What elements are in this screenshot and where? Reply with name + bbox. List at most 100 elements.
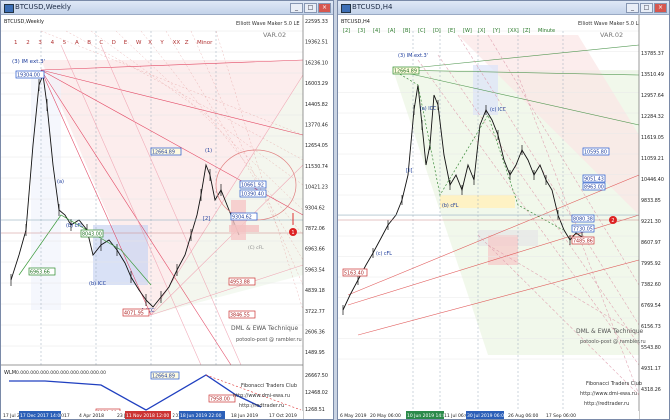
- sub-box-12664: 12664.89: [152, 374, 175, 380]
- sub-scale-label: 1268.51: [305, 407, 325, 413]
- credit-dml: DML & EWA Technique: [576, 328, 644, 335]
- credit-url2: http://redtrader.ru: [239, 403, 284, 409]
- price-box-3846: 3846.55: [230, 313, 250, 319]
- wave-tab: [D]: [433, 28, 441, 34]
- price-axis-label: 6769.54: [641, 303, 661, 309]
- wave-label-2: [2]: [203, 216, 210, 222]
- wave-tab: [X]: [478, 28, 485, 34]
- close-button[interactable]: ×: [654, 3, 667, 13]
- minimize-button[interactable]: _: [626, 3, 639, 13]
- weekly-chart-window[interactable]: BTCUSD,Weekly _ □ × BTCUSD,Weekly Elliott…: [0, 0, 334, 420]
- price-axis-label: 11530.74: [305, 164, 328, 170]
- wave-row-label: Y: [159, 40, 164, 46]
- credit-dml: DML & EWA Technique: [231, 325, 299, 332]
- price-box-10595: 10595.80: [584, 150, 607, 156]
- price-axis-label: 13510.49: [641, 72, 664, 78]
- var-label: VAR.02: [600, 31, 623, 39]
- price-box-8080: 8080.38: [573, 217, 593, 223]
- price-axis-label: 9304.62: [305, 205, 325, 211]
- sub-value: 0.00: [16, 370, 26, 376]
- wave-tab: [C]: [418, 28, 425, 34]
- credit-email: potoolo-post @ rambler.ru: [236, 337, 302, 343]
- weekly-chart-canvas[interactable]: BTCUSD,Weekly Elliott Wave Maker 5.0 LE VA…: [1, 15, 333, 419]
- sub-box-7958: 7958.00: [210, 397, 230, 403]
- h4-window-title: BTCUSD,H4: [352, 3, 393, 11]
- sub-value: 0.00: [96, 370, 106, 376]
- price-box-10661: 10661.92: [241, 183, 264, 189]
- wave-row-label: D: [112, 40, 116, 46]
- price-axis-label: 12284.32: [641, 114, 664, 120]
- price-axis-label: 5543.80: [641, 345, 661, 351]
- price-axis-label: 9221.30: [641, 219, 661, 225]
- circle-marker-2-label: 2: [611, 218, 614, 224]
- maximize-button[interactable]: □: [640, 3, 653, 13]
- price-axis-label: 7382.60: [641, 282, 661, 288]
- price-axis-label: 8607.97: [641, 240, 661, 246]
- wave-tab: [4]: [373, 28, 380, 34]
- h4-chart-canvas[interactable]: BTCUSD,H4 [2] [3] [4] [A] [B] [C] [D] [E] [W] [X] […: [338, 15, 669, 419]
- price-box-5163: 5163.40: [344, 271, 364, 277]
- wave-row-label: 5: [63, 40, 67, 46]
- sub-scale-label: 12468.02: [305, 390, 328, 396]
- wave-row-label: E: [124, 40, 128, 46]
- price-axis-label: 13785.37: [641, 51, 664, 57]
- close-button[interactable]: ×: [318, 3, 331, 13]
- price-axis-label: 13770.46: [305, 123, 328, 129]
- h4-chart-window[interactable]: BTCUSD,H4 _ □ × BTCUSD,H4 [2] [3] [4] [A] [B]…: [337, 0, 670, 420]
- price-axis-label: 10421.23: [305, 185, 328, 191]
- wave-tab: [XX]: [508, 28, 519, 34]
- date-highlight-label: 17 Dec 2017 14:00: [20, 413, 63, 419]
- price-axis-label: 11619.05: [641, 135, 664, 141]
- price-axis-label: 4839.18: [305, 288, 325, 294]
- date-highlight-label: 11 Nov 2018 12:00 19: [126, 413, 177, 419]
- credit-ftc: Fibonacci Traders Club: [241, 383, 297, 389]
- var-label: VAR.02: [263, 31, 286, 39]
- wave-label-c-icc: (c) ICC: [490, 107, 507, 113]
- h4-window-titlebar[interactable]: BTCUSD,H4 _ □ ×: [338, 1, 669, 15]
- price-axis-bg: [303, 15, 333, 419]
- sub-value: 0.00: [76, 370, 86, 376]
- price-box-6963: 6963.66: [30, 270, 50, 276]
- wave-row-label: XX: [173, 40, 181, 46]
- sub-value: 0.00: [26, 370, 36, 376]
- weekly-corner-label: BTCUSD,Weekly: [4, 19, 44, 25]
- price-axis-label: 3722.77: [305, 309, 325, 315]
- wave-tab: [A]: [388, 28, 395, 34]
- weekly-window-titlebar[interactable]: BTCUSD,Weekly _ □ ×: [1, 1, 333, 15]
- date-label: 20 May 06:00: [370, 413, 401, 419]
- price-box-10390: 10390.40: [241, 192, 264, 198]
- price-axis-label: 12654.05: [305, 143, 328, 149]
- wave-tab: Minute: [538, 28, 555, 34]
- wave-tab: [Z]: [523, 28, 530, 34]
- wave-row-label: A: [75, 40, 79, 46]
- wave-row-label: 1: [14, 40, 18, 46]
- wave-tab: [E]: [448, 28, 455, 34]
- price-box-7485: 7485.86: [573, 239, 593, 245]
- credit-email: potoolo-post @ rambler.ru: [580, 339, 646, 345]
- sub-value: 0.00: [66, 370, 76, 376]
- wave-row-label: 4: [51, 40, 55, 46]
- minimize-button[interactable]: _: [290, 3, 303, 13]
- chart-window-icon: [4, 4, 14, 13]
- wave-row-label: Z: [185, 40, 189, 46]
- date-highlight-label: 18 Jun 2019 22:00: [180, 413, 222, 419]
- date-label: 17 Oct 2019: [269, 413, 297, 419]
- chart-window-icon: [341, 4, 351, 13]
- price-box-19304: 19304.00: [17, 73, 40, 79]
- price-box-9304: 9304.62: [232, 215, 252, 221]
- wave-label-b-cfl: (b) cFL: [442, 203, 459, 209]
- price-axis-label: 22595.33: [305, 19, 328, 25]
- date-highlight-label: 30 Jul 2019 06:00: [467, 413, 507, 419]
- sub-value: 0.00: [46, 370, 56, 376]
- wave-tab: [3]: [358, 28, 365, 34]
- sub-value: 0.00: [36, 370, 46, 376]
- price-box-4071: 4071.95: [124, 311, 144, 317]
- price-axis-label: 7995.92: [641, 261, 661, 267]
- wave-label-1: (1): [205, 148, 212, 154]
- price-box-7730: 7730.05: [573, 227, 593, 233]
- price-axis-label: 5963.54: [305, 267, 325, 273]
- maximize-button[interactable]: □: [304, 3, 317, 13]
- wave-row-label: C: [99, 40, 103, 46]
- date-label: 17 Sep 06:00: [546, 413, 576, 419]
- date-label: 26 Aug 06:00: [508, 413, 538, 419]
